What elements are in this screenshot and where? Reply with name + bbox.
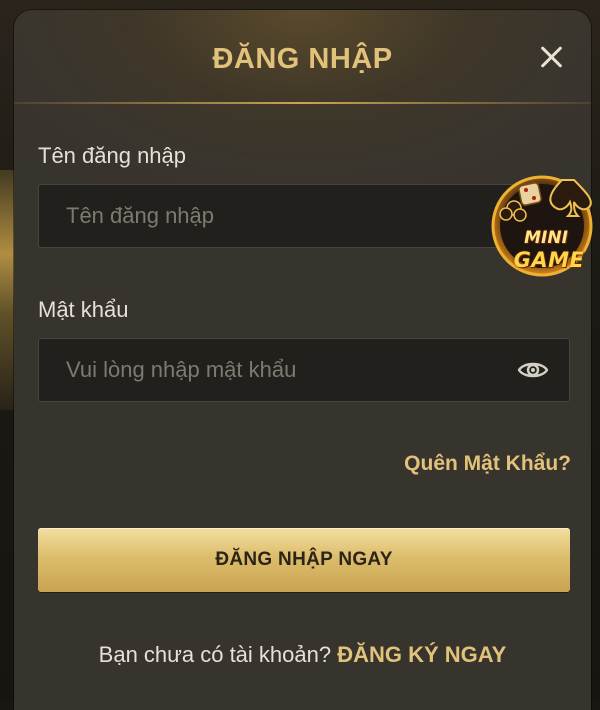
close-icon[interactable] — [534, 40, 568, 74]
minigame-badge-text-bottom: GAME — [513, 248, 585, 272]
minigame-badge-text-top: MINI — [524, 228, 568, 248]
username-input[interactable] — [66, 185, 506, 247]
login-modal: ĐĂNG NHẬP Tên đăng nhập Mật khẩu Quên Mậ… — [14, 10, 591, 710]
username-label: Tên đăng nhập — [38, 143, 187, 168]
password-field-container — [38, 338, 570, 402]
modal-header: ĐĂNG NHẬP — [14, 10, 591, 104]
password-input[interactable] — [66, 339, 506, 401]
register-prompt: Bạn chưa có tài khoản? — [98, 642, 332, 667]
header-divider — [14, 102, 591, 104]
background-game-art — [0, 170, 14, 410]
register-link[interactable]: ĐĂNG KÝ NGAY — [337, 642, 506, 667]
password-label: Mật khẩu — [38, 297, 129, 322]
modal-title: ĐĂNG NHẬP — [212, 43, 393, 75]
login-button[interactable]: ĐĂNG NHẬP NGAY — [38, 528, 570, 592]
forgot-password-link[interactable]: Quên Mật Khẩu? — [404, 452, 571, 476]
register-row: Bạn chưa có tài khoản? ĐĂNG KÝ NGAY — [14, 642, 591, 668]
eye-icon[interactable] — [517, 357, 549, 383]
